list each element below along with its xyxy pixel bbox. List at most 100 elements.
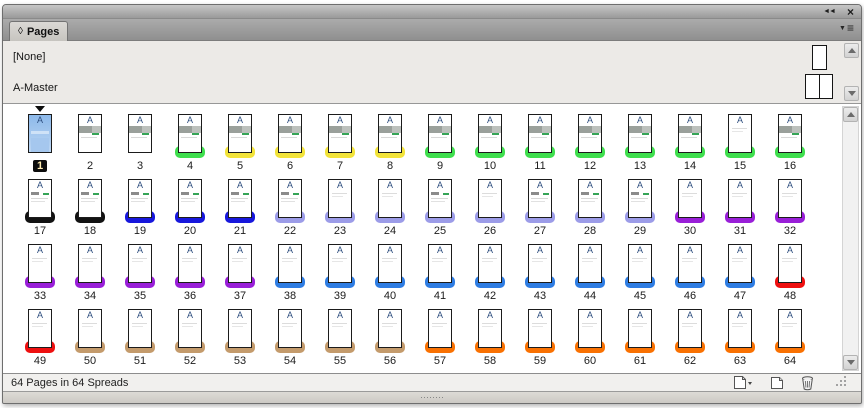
master-a-thumbnail[interactable] [805, 74, 833, 99]
page-thumbnail[interactable]: A [478, 114, 502, 153]
page-item[interactable]: A 8 [365, 107, 415, 172]
page-thumbnail[interactable]: A [78, 179, 102, 218]
page-item[interactable]: A 64 [765, 302, 815, 367]
page-thumbnail[interactable]: A [628, 309, 652, 348]
page-thumbnail[interactable]: A [328, 244, 352, 283]
pages-scrollbar[interactable] [842, 106, 859, 371]
page-thumbnail[interactable]: A [28, 244, 52, 283]
page-thumbnail[interactable]: A [128, 244, 152, 283]
page-item[interactable]: A 35 [115, 237, 165, 302]
edit-page-size-button[interactable] [731, 375, 754, 390]
page-item[interactable]: A 59 [515, 302, 565, 367]
page-thumbnail[interactable]: A [528, 179, 552, 218]
page-thumbnail[interactable]: A [778, 114, 802, 153]
page-item[interactable]: A 38 [265, 237, 315, 302]
page-thumbnail[interactable]: A [378, 179, 402, 218]
page-thumbnail[interactable]: A [728, 309, 752, 348]
page-item[interactable]: A 37 [215, 237, 265, 302]
page-thumbnail[interactable]: A [578, 244, 602, 283]
page-thumbnail[interactable]: A [28, 309, 52, 348]
page-thumbnail[interactable]: A [678, 114, 702, 153]
page-thumbnail[interactable]: A [528, 244, 552, 283]
page-thumbnail[interactable]: A [78, 114, 102, 153]
master-row-none[interactable]: [None] [3, 41, 861, 72]
tab-pages[interactable]: ◊ Pages [9, 21, 69, 41]
page-thumbnail[interactable]: A [128, 114, 152, 153]
page-thumbnail[interactable]: A [428, 179, 452, 218]
page-item[interactable]: A 53 [215, 302, 265, 367]
page-thumbnail[interactable]: A [228, 114, 252, 153]
page-thumbnail[interactable]: A [178, 114, 202, 153]
page-item[interactable]: A 5 [215, 107, 265, 172]
page-thumbnail[interactable]: A [328, 309, 352, 348]
page-thumbnail[interactable]: A [128, 309, 152, 348]
page-item[interactable]: A 55 [315, 302, 365, 367]
page-item[interactable]: A 20 [165, 172, 215, 237]
page-item[interactable]: A 62 [665, 302, 715, 367]
masters-scroll-up-icon[interactable] [844, 43, 859, 58]
page-item[interactable]: A 61 [615, 302, 665, 367]
delete-page-button[interactable] [800, 375, 815, 391]
page-thumbnail[interactable]: A [528, 309, 552, 348]
page-item[interactable]: A 6 [265, 107, 315, 172]
page-item[interactable]: A 63 [715, 302, 765, 367]
page-item[interactable]: A 1 [15, 106, 65, 172]
page-item[interactable]: A 26 [465, 172, 515, 237]
panel-titlebar[interactable]: ◄◄ × [3, 5, 861, 19]
panel-toggle-icon[interactable]: ◊ [18, 26, 23, 37]
page-item[interactable]: A 10 [465, 107, 515, 172]
page-thumbnail[interactable]: A [778, 179, 802, 218]
page-thumbnail[interactable]: A [128, 179, 152, 218]
page-item[interactable]: A 25 [415, 172, 465, 237]
master-none-thumbnail[interactable] [812, 45, 827, 70]
page-item[interactable]: A 56 [365, 302, 415, 367]
create-new-page-button[interactable] [770, 375, 784, 390]
page-item[interactable]: A 17 [15, 172, 65, 237]
page-thumbnail[interactable]: A [278, 309, 302, 348]
page-thumbnail[interactable]: A [578, 309, 602, 348]
page-item[interactable]: A 2 [65, 107, 115, 172]
page-item[interactable]: A 48 [765, 237, 815, 302]
page-thumbnail[interactable]: A [778, 244, 802, 283]
page-item[interactable]: A 7 [315, 107, 365, 172]
page-thumbnail[interactable]: A [378, 244, 402, 283]
page-thumbnail[interactable]: A [28, 179, 52, 218]
page-thumbnail[interactable]: A [628, 179, 652, 218]
page-thumbnail[interactable]: A [578, 179, 602, 218]
page-item[interactable]: A 44 [565, 237, 615, 302]
page-item[interactable]: A 11 [515, 107, 565, 172]
page-item[interactable]: A 34 [65, 237, 115, 302]
page-item[interactable]: A 29 [615, 172, 665, 237]
page-thumbnail[interactable]: A [228, 309, 252, 348]
page-item[interactable]: A 40 [365, 237, 415, 302]
panel-menu-icon[interactable]: ▼ ≡ [839, 22, 854, 34]
page-item[interactable]: A 46 [665, 237, 715, 302]
page-thumbnail[interactable]: A [28, 114, 52, 153]
page-item[interactable]: A 52 [165, 302, 215, 367]
page-item[interactable]: A 31 [715, 172, 765, 237]
page-thumbnail[interactable]: A [628, 244, 652, 283]
page-item[interactable]: A 22 [265, 172, 315, 237]
page-item[interactable]: A 12 [565, 107, 615, 172]
page-thumbnail[interactable]: A [78, 244, 102, 283]
page-thumbnail[interactable]: A [478, 179, 502, 218]
resize-grip-icon[interactable] [835, 375, 847, 390]
page-thumbnail[interactable]: A [178, 179, 202, 218]
page-item[interactable]: A 19 [115, 172, 165, 237]
page-thumbnail[interactable]: A [528, 114, 552, 153]
page-item[interactable]: A 43 [515, 237, 565, 302]
page-item[interactable]: A 15 [715, 107, 765, 172]
page-thumbnail[interactable]: A [678, 244, 702, 283]
page-thumbnail[interactable]: A [328, 114, 352, 153]
page-thumbnail[interactable]: A [678, 179, 702, 218]
page-item[interactable]: A 49 [15, 302, 65, 367]
page-thumbnail[interactable]: A [428, 114, 452, 153]
page-thumbnail[interactable]: A [178, 244, 202, 283]
page-item[interactable]: A 28 [565, 172, 615, 237]
section-drag-handle[interactable] [420, 396, 444, 400]
page-item[interactable]: A 45 [615, 237, 665, 302]
page-item[interactable]: A 24 [365, 172, 415, 237]
page-thumbnail[interactable]: A [728, 179, 752, 218]
collapse-panel-icon[interactable]: ◄◄ [823, 8, 836, 15]
page-item[interactable]: A 14 [665, 107, 715, 172]
